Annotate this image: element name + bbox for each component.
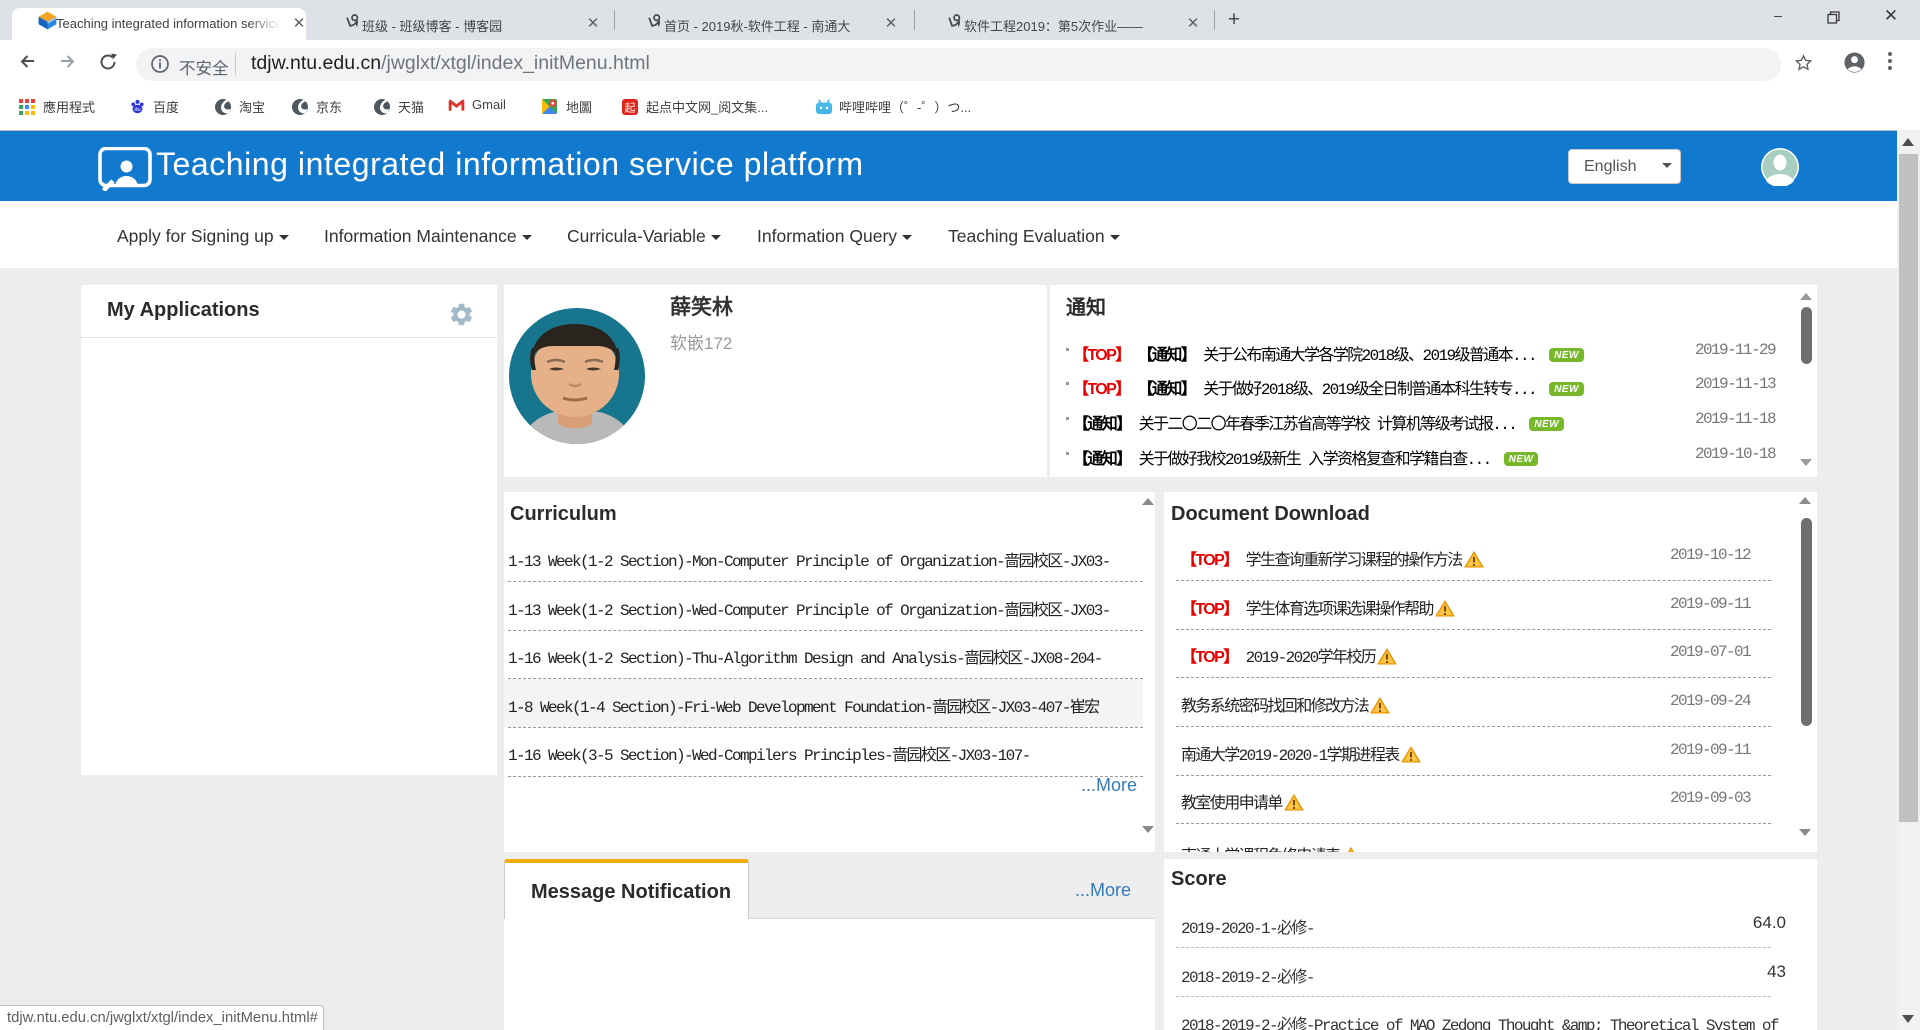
- svg-text:du: du: [134, 107, 140, 113]
- svg-text:起: 起: [625, 102, 636, 115]
